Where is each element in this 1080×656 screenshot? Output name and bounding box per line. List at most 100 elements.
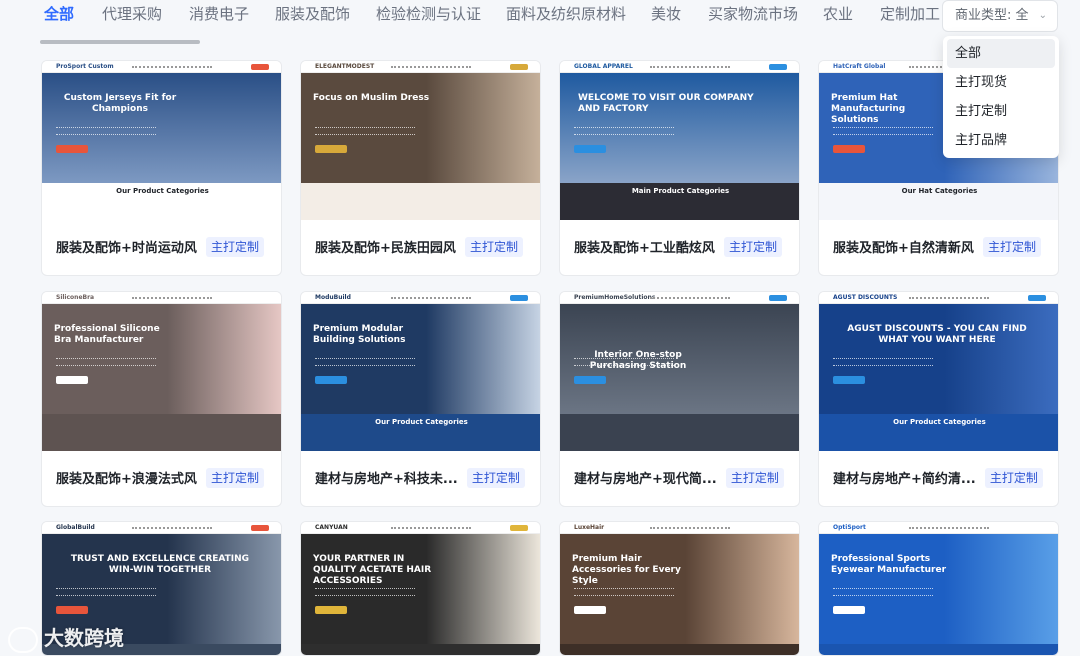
preview-hero-title: Custom Jerseys Fit for Champions [63,93,177,114]
preview-hero-title: TRUST AND EXCELLENCE CREATING WIN-WIN TO… [70,554,250,575]
preview-hero-button [833,376,865,384]
business-type-badge: 主打定制 [983,236,1042,257]
preview-logo: LuxeHair [574,524,605,531]
template-meta: 建材与房地产+现代简... 主打定制 [574,467,784,489]
preview-nav-button [510,295,528,301]
preview-navbar: LuxeHair [560,522,799,534]
preview-section [819,644,1058,655]
preview-navbar: CANYUAN [301,522,540,534]
template-meta: 服装及配饰+民族田园风 主打定制 [315,236,524,258]
template-card[interactable]: GLOBAL APPAREL WELCOME TO VISIT OUR COMP… [559,60,800,276]
preview-hero-text [315,588,415,596]
template-thumbnail[interactable]: LuxeHair Premium Hair Accessories for Ev… [560,522,799,655]
category-tab[interactable]: 消费电子 [189,4,249,24]
preview-hero: YOUR PARTNER IN QUALITY ACETATE HAIR ACC… [301,534,540,644]
preview-logo: AGUST DISCOUNTS [833,294,898,301]
category-tab[interactable]: 代理采购 [102,4,162,24]
preview-hero: Premium Modular Building Solutions [301,304,540,414]
business-type-badge: 主打定制 [206,236,265,257]
template-thumbnail[interactable]: PremiumHomeSolutions Interior One-stop P… [560,292,799,451]
preview-nav-button [1028,295,1046,301]
preview-section: Our Product Categories [301,414,540,451]
business-type-badge: 主打定制 [724,236,783,257]
preview-hero-title: Focus on Muslim Dress [313,93,430,103]
preview-nav-links [132,297,212,299]
category-tab[interactable]: 美妆 [651,4,681,24]
dropdown-option[interactable]: 主打定制 [947,97,1055,126]
dropdown-option[interactable]: 全部 [947,39,1055,68]
category-scrollbar[interactable] [40,40,200,44]
preview-navbar: ModuBuild [301,292,540,304]
preview-section-title: Our Product Categories [116,187,209,195]
template-thumbnail[interactable]: ModuBuild Premium Modular Building Solut… [301,292,540,451]
template-card[interactable]: ProSport Custom Custom Jerseys Fit for C… [41,60,282,276]
template-thumbnail[interactable]: CANYUAN YOUR PARTNER IN QUALITY ACETATE … [301,522,540,655]
template-thumbnail[interactable]: SiliconeBra Professional Silicone Bra Ma… [42,292,281,451]
dropdown-option[interactable]: 主打品牌 [947,126,1055,155]
preview-nav-links [132,66,212,68]
category-tab[interactable]: 面料及纺织原材料 [506,4,626,24]
preview-hero-button [574,376,606,384]
preview-section: Main Product Categories [560,183,799,220]
preview-section [560,644,799,655]
preview-logo: PremiumHomeSolutions [574,294,656,301]
preview-nav-button [769,525,787,531]
business-type-badge: 主打定制 [465,236,524,257]
template-card[interactable]: PremiumHomeSolutions Interior One-stop P… [559,291,800,507]
preview-hero: Professional Sports Eyewear Manufacturer [819,534,1058,644]
preview-navbar: GLOBAL APPAREL [560,61,799,73]
chevron-down-icon: ⌄ [1038,10,1047,21]
preview-navbar: SiliconeBra [42,292,281,304]
template-thumbnail[interactable]: ProSport Custom Custom Jerseys Fit for C… [42,61,281,220]
template-name: 服装及配饰+时尚运动风 [56,241,197,256]
template-card[interactable]: LuxeHair Premium Hair Accessories for Ev… [559,521,800,656]
preview-nav-button [769,295,787,301]
preview-logo: GlobalBuild [56,524,95,531]
category-tab[interactable]: 买家物流市场 [708,4,798,24]
business-type-badge: 主打定制 [984,467,1043,488]
template-thumbnail[interactable]: ELEGANTMODEST Focus on Muslim Dress [301,61,540,220]
preview-hero-text [574,127,674,135]
business-type-dropdown: 全部 主打现货 主打定制 主打品牌 [943,36,1059,158]
template-card[interactable]: SiliconeBra Professional Silicone Bra Ma… [41,291,282,507]
preview-navbar: ELEGANTMODEST [301,61,540,73]
template-name: 建材与房地产+简约清... [833,472,976,487]
template-thumbnail[interactable]: AGUST DISCOUNTS AGUST DISCOUNTS - YOU CA… [819,292,1058,451]
preview-logo: OptiSport [833,524,866,531]
preview-nav-links [909,527,989,529]
template-card[interactable]: AGUST DISCOUNTS AGUST DISCOUNTS - YOU CA… [818,291,1059,507]
dropdown-option[interactable]: 主打现货 [947,68,1055,97]
preview-navbar: AGUST DISCOUNTS [819,292,1058,304]
preview-hero-title: Premium Hair Accessories for Every Style [572,554,681,586]
preview-nav-links [132,527,212,529]
template-thumbnail[interactable]: GLOBAL APPAREL WELCOME TO VISIT OUR COMP… [560,61,799,220]
preview-hero-text [56,358,156,366]
preview-hero-button [56,606,88,614]
preview-navbar: PremiumHomeSolutions [560,292,799,304]
template-card[interactable]: CANYUAN YOUR PARTNER IN QUALITY ACETATE … [300,521,541,656]
category-tab[interactable]: 定制加工 [880,4,940,24]
preview-section [560,414,799,451]
preview-section-title: Main Product Categories [631,187,730,195]
category-tab[interactable]: 服装及配饰 [275,4,350,24]
category-tab[interactable]: 检验检测与认证 [376,4,481,24]
preview-hero: Premium Hair Accessories for Every Style [560,534,799,644]
preview-nav-links [650,66,730,68]
category-tab[interactable]: 全部 [44,4,74,24]
template-card[interactable]: ELEGANTMODEST Focus on Muslim Dress 服装及配… [300,60,541,276]
template-card[interactable]: ModuBuild Premium Modular Building Solut… [300,291,541,507]
preview-nav-button [510,64,528,70]
template-meta: 建材与房地产+科技未... 主打定制 [315,467,525,489]
preview-hero-title: AGUST DISCOUNTS - YOU CAN FIND WHAT YOU … [847,324,1027,345]
category-tab[interactable]: 农业 [823,4,853,24]
template-thumbnail[interactable]: OptiSport Professional Sports Eyewear Ma… [819,522,1058,655]
preview-hero-text [833,127,933,135]
preview-hero-button [574,145,606,153]
template-card[interactable]: OptiSport Professional Sports Eyewear Ma… [818,521,1059,656]
preview-hero: Custom Jerseys Fit for Champions [42,73,281,183]
preview-nav-links [391,66,471,68]
business-type-filter[interactable]: 商业类型: 全 ⌄ [942,0,1058,32]
preview-section [301,183,540,220]
preview-hero-button [574,606,606,614]
preview-logo: ModuBuild [315,294,351,301]
